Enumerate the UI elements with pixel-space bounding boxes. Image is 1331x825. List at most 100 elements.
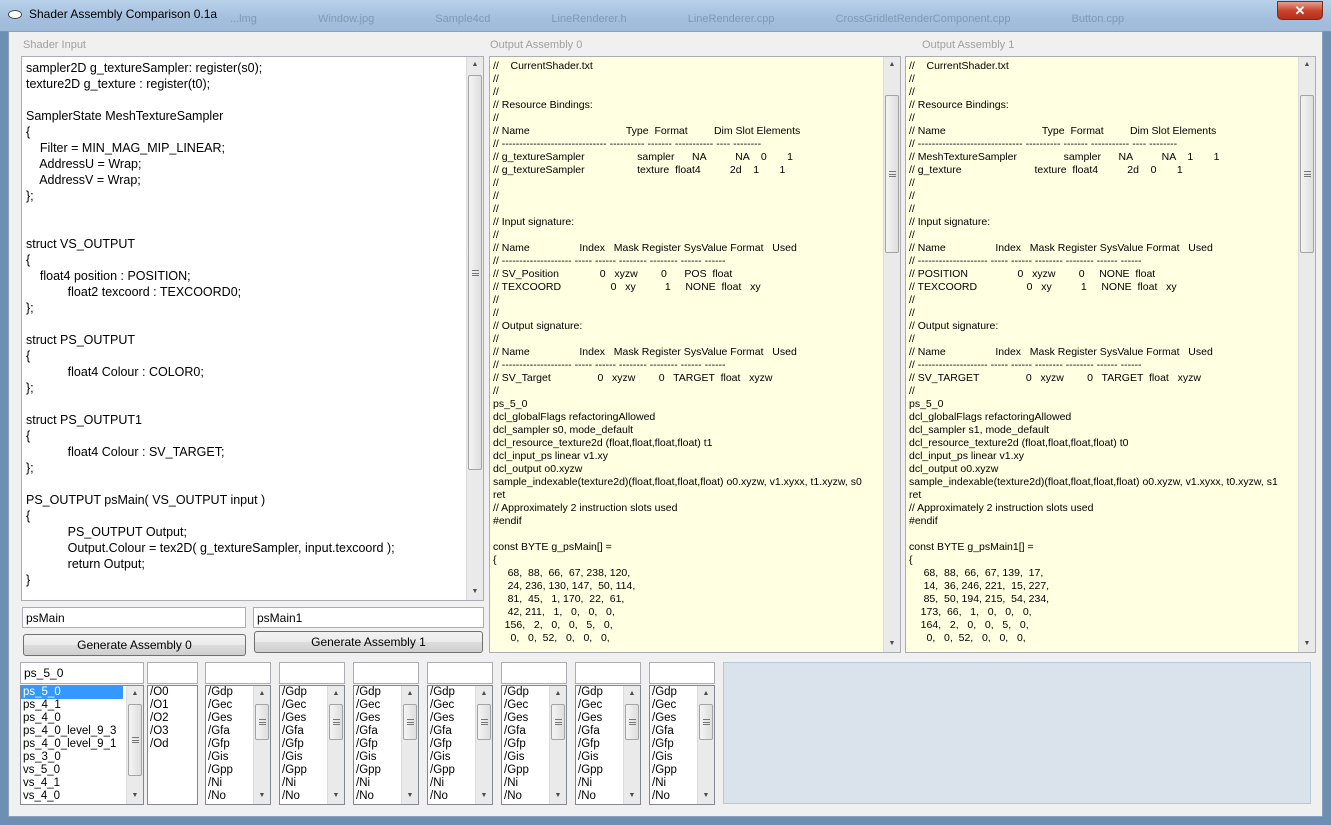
scrollbar-thumb[interactable] <box>477 704 491 740</box>
scroll-down-arrow-icon[interactable]: ▼ <box>476 788 492 804</box>
flag-list-7[interactable]: /Gdp/Gec/Ges/Gfa/Gfp/Gis/Gpp/Ni/No ▲ ▼ <box>649 685 715 805</box>
scrollbar-thumb[interactable] <box>403 704 417 740</box>
scroll-down-arrow-icon[interactable]: ▼ <box>127 788 143 804</box>
output-assembly-1-text[interactable]: // CurrentShader.txt // // // Resource B… <box>905 56 1316 653</box>
app-icon <box>8 10 22 19</box>
scrollbar-thumb[interactable] <box>625 704 639 740</box>
flag-list-2[interactable]: /Gdp/Gec/Ges/Gfa/Gfp/Gis/Gpp/Ni/No ▲ ▼ <box>279 685 345 805</box>
scrollbar-thumb[interactable] <box>468 75 482 470</box>
output-assembly-1-code: // CurrentShader.txt // // // Resource B… <box>909 60 1278 644</box>
flag-input-2[interactable] <box>279 662 345 684</box>
scroll-down-arrow-icon[interactable]: ▼ <box>1299 636 1315 652</box>
flag-list-scrollbar[interactable]: ▲ ▼ <box>253 686 270 804</box>
scrollbar-grip-icon <box>629 719 636 725</box>
scrollbar-thumb[interactable] <box>551 704 565 740</box>
flag-list-5[interactable]: /Gdp/Gec/Ges/Gfa/Gfp/Gis/Gpp/Ni/No ▲ ▼ <box>501 685 567 805</box>
scroll-down-arrow-icon[interactable]: ▼ <box>624 788 640 804</box>
flag-list-4[interactable]: /Gdp/Gec/Ges/Gfa/Gfp/Gis/Gpp/Ni/No ▲ ▼ <box>427 685 493 805</box>
scroll-up-arrow-icon[interactable]: ▲ <box>254 686 270 702</box>
scrollbar-grip-icon <box>481 719 488 725</box>
flag-list-scrollbar[interactable]: ▲ ▼ <box>327 686 344 804</box>
scroll-down-arrow-icon[interactable]: ▼ <box>467 584 483 600</box>
flag-input-4[interactable] <box>427 662 493 684</box>
scroll-up-arrow-icon[interactable]: ▲ <box>328 686 344 702</box>
scroll-up-arrow-icon[interactable]: ▲ <box>1299 57 1315 73</box>
flag-input-7[interactable] <box>649 662 715 684</box>
flag-list-scrollbar[interactable]: ▲ ▼ <box>401 686 418 804</box>
generate-assembly-1-button[interactable]: Generate Assembly 1 <box>254 631 483 653</box>
flag-list-scrollbar[interactable]: ▲ ▼ <box>623 686 640 804</box>
list-item[interactable]: /O3 <box>148 725 197 738</box>
generate-assembly-0-button[interactable]: Generate Assembly 0 <box>23 634 246 656</box>
entry-point-0-input[interactable]: psMain <box>22 607 246 628</box>
scroll-up-arrow-icon[interactable]: ▲ <box>698 686 714 702</box>
list-item[interactable]: vs_4_1 <box>21 777 143 790</box>
scroll-down-arrow-icon[interactable]: ▼ <box>698 788 714 804</box>
shader-input-editor[interactable]: sampler2D g_textureSampler: register(s0)… <box>21 56 484 601</box>
scroll-up-arrow-icon[interactable]: ▲ <box>624 686 640 702</box>
output-0-scrollbar[interactable]: ▲ ▼ <box>883 57 900 652</box>
shader-input-label: Shader Input <box>23 39 86 51</box>
list-item[interactable]: /Od <box>148 738 197 751</box>
list-item[interactable]: ps_4_0_level_9_3 <box>21 725 143 738</box>
scroll-down-arrow-icon[interactable]: ▼ <box>328 788 344 804</box>
optimization-list[interactable]: /O0/O1/O2/O3/Od <box>147 685 198 805</box>
output-1-scrollbar[interactable]: ▲ ▼ <box>1298 57 1315 652</box>
scrollbar-thumb[interactable] <box>885 95 899 253</box>
list-item[interactable]: /O1 <box>148 699 197 712</box>
shader-input-code: sampler2D g_textureSampler: register(s0)… <box>26 61 395 587</box>
close-button[interactable]: ✕ <box>1277 1 1323 20</box>
profile-list[interactable]: ps_5_0 ps_4_1 ps_4_0 ps_4_0_level_9_3 ps_4_0… <box>20 685 144 805</box>
flag-input-6[interactable] <box>575 662 641 684</box>
scroll-up-arrow-icon[interactable]: ▲ <box>402 686 418 702</box>
window-title: Shader Assembly Comparison 0.1a <box>29 7 218 21</box>
flag-list-1[interactable]: /Gdp/Gec/Ges/Gfa/Gfp/Gis/Gpp/Ni/No ▲ ▼ <box>205 685 271 805</box>
scrollbar-grip-icon <box>1304 171 1311 177</box>
scroll-down-arrow-icon[interactable]: ▼ <box>550 788 566 804</box>
flag-input-3[interactable] <box>353 662 419 684</box>
shader-input-scrollbar[interactable]: ▲ ▼ <box>466 57 483 600</box>
flag-list-scrollbar[interactable]: ▲ ▼ <box>697 686 714 804</box>
entry-point-1-input[interactable]: psMain1 <box>253 607 484 628</box>
scrollbar-grip-icon <box>703 719 710 725</box>
scrollbar-grip-icon <box>407 719 414 725</box>
list-item[interactable]: /O0 <box>148 686 197 699</box>
scroll-up-arrow-icon[interactable]: ▲ <box>884 57 900 73</box>
flag-input-1[interactable] <box>205 662 271 684</box>
scrollbar-thumb[interactable] <box>255 704 269 740</box>
list-item[interactable]: ps_4_1 <box>21 699 143 712</box>
list-item[interactable]: ps_5_0 <box>21 686 123 699</box>
scrollbar-thumb[interactable] <box>329 704 343 740</box>
scroll-up-arrow-icon[interactable]: ▲ <box>127 686 143 702</box>
list-item[interactable]: ps_4_0 <box>21 712 143 725</box>
scroll-up-arrow-icon[interactable]: ▲ <box>467 57 483 73</box>
scrollbar-grip-icon <box>132 737 139 743</box>
optimization-input[interactable] <box>147 662 198 684</box>
list-item[interactable]: ps_4_0_level_9_1 <box>21 738 143 751</box>
output-assembly-0-code: // CurrentShader.txt // // // Resource B… <box>493 60 862 644</box>
list-item[interactable]: ps_3_0 <box>21 751 143 764</box>
output-assembly-0-text[interactable]: // CurrentShader.txt // // // Resource B… <box>489 56 901 653</box>
profile-list-scrollbar[interactable]: ▲ ▼ <box>126 686 143 804</box>
scrollbar-thumb[interactable] <box>1300 95 1314 253</box>
profile-input[interactable]: ps_5_0 <box>20 662 144 684</box>
list-item[interactable]: vs_4_0 <box>21 790 143 803</box>
flag-list-3[interactable]: /Gdp/Gec/Ges/Gfa/Gfp/Gis/Gpp/Ni/No ▲ ▼ <box>353 685 419 805</box>
flag-list-scrollbar[interactable]: ▲ ▼ <box>549 686 566 804</box>
profile-items: ps_5_0 ps_4_1 ps_4_0 ps_4_0_level_9_3 ps_4_0… <box>21 686 143 803</box>
scroll-down-arrow-icon[interactable]: ▼ <box>884 636 900 652</box>
scroll-down-arrow-icon[interactable]: ▼ <box>254 788 270 804</box>
scroll-up-arrow-icon[interactable]: ▲ <box>476 686 492 702</box>
flag-input-5[interactable] <box>501 662 567 684</box>
list-item[interactable]: /O2 <box>148 712 197 725</box>
scroll-up-arrow-icon[interactable]: ▲ <box>550 686 566 702</box>
scrollbar-thumb[interactable] <box>128 704 142 776</box>
status-panel <box>723 662 1311 804</box>
scrollbar-grip-icon <box>889 171 896 177</box>
scroll-down-arrow-icon[interactable]: ▼ <box>402 788 418 804</box>
list-item[interactable]: vs_5_0 <box>21 764 143 777</box>
scrollbar-grip-icon <box>555 719 562 725</box>
flag-list-6[interactable]: /Gdp/Gec/Ges/Gfa/Gfp/Gis/Gpp/Ni/No ▲ ▼ <box>575 685 641 805</box>
flag-list-scrollbar[interactable]: ▲ ▼ <box>475 686 492 804</box>
scrollbar-thumb[interactable] <box>699 704 713 740</box>
